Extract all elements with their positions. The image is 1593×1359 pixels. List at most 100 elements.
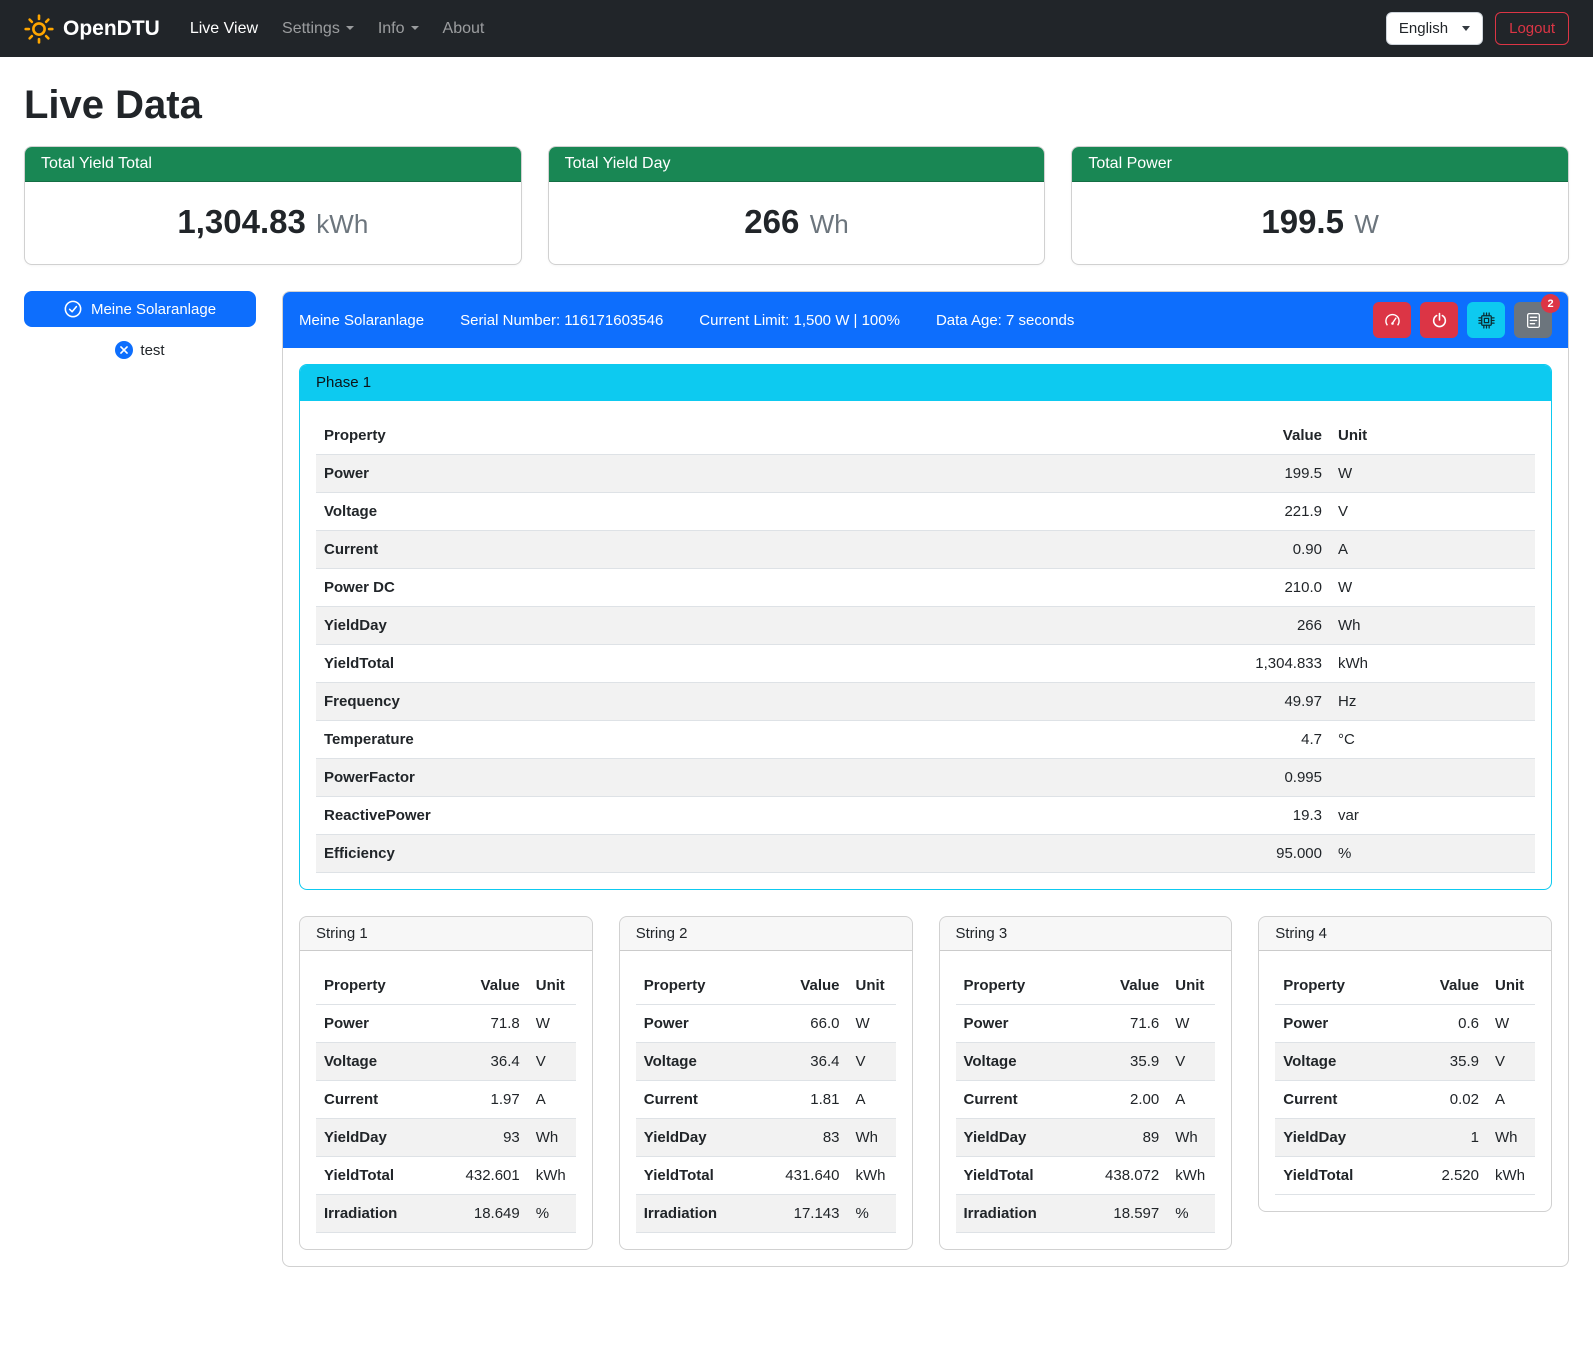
event-log-button[interactable]: 2 [1514,302,1552,338]
string-body: Property Value Unit Power [1259,951,1551,1211]
table-row: Voltage 221.9 V [316,493,1535,531]
table-header-row: Property Value Unit [316,417,1535,455]
column-value: Value [435,967,528,1005]
string-3-card: String 3 Property Value Unit [939,916,1233,1250]
value-cell: 71.8 [435,1005,528,1043]
property-cell: Current [316,531,922,569]
card-body: 199.5 W [1072,182,1568,264]
table-row: Voltage 36.4 V [316,1043,576,1081]
nav-item-info-label: Info [378,20,405,37]
column-value: Value [922,417,1330,455]
table-row: YieldTotal 438.072 kWh [956,1157,1216,1195]
total-power-card: Total Power 199.5 W [1071,146,1569,265]
value-cell: 19.3 [922,797,1330,835]
unit-cell: Wh [1330,607,1535,645]
brand-name: OpenDTU [63,17,160,41]
total-yield-day-card: Total Yield Day 266 Wh [548,146,1046,265]
property-cell: Current [316,1081,435,1119]
table-row: YieldDay 83 Wh [636,1119,896,1157]
property-cell: Temperature [316,721,922,759]
value-cell: 1.97 [435,1081,528,1119]
property-cell: YieldTotal [636,1157,755,1195]
language-select[interactable]: English [1386,12,1483,45]
string-title: String 1 [300,917,592,951]
unit-cell: kWh [528,1157,576,1195]
property-cell: Current [1275,1081,1404,1119]
nav-item-settings[interactable]: Settings [270,12,366,46]
total-yield-total-card: Total Yield Total 1,304.83 kWh [24,146,522,265]
speedometer-icon [1384,312,1401,329]
chevron-down-icon [411,26,419,30]
unit-cell: % [528,1195,576,1233]
value-cell: 17.143 [754,1195,847,1233]
value-cell: 95.000 [922,835,1330,873]
table-row: Voltage 35.9 V [1275,1043,1535,1081]
nav-item-about[interactable]: About [431,12,497,46]
inverter-select-test-button[interactable]: test [24,340,256,360]
table-row: PowerFactor 0.995 [316,759,1535,797]
power-toggle-button[interactable] [1420,302,1458,338]
property-cell: Voltage [316,493,922,531]
value-cell: 438.072 [1074,1157,1167,1195]
value-cell: 432.601 [435,1157,528,1195]
main-row: Meine Solaranlage test Meine Solaranlage… [24,291,1569,1267]
property-cell: Voltage [956,1043,1075,1081]
event-count-badge: 2 [1541,294,1560,313]
card-title: Total Power [1072,147,1568,182]
table-row: YieldDay 266 Wh [316,607,1535,645]
table-row: YieldTotal 2.520 kWh [1275,1157,1535,1195]
brand[interactable]: OpenDTU [24,14,160,44]
table-row: Temperature 4.7 °C [316,721,1535,759]
string-body: Property Value Unit Power [300,951,592,1249]
table-row: Efficiency 95.000 % [316,835,1535,873]
value-cell: 35.9 [1074,1043,1167,1081]
unit-cell: Wh [1167,1119,1215,1157]
string-table: Property Value Unit Power [316,967,576,1233]
inverter-card-body: Phase 1 Property Value Unit [283,348,1568,1266]
value-cell: 0.6 [1404,1005,1487,1043]
logout-button[interactable]: Logout [1495,12,1569,45]
value-cell: 2.520 [1404,1157,1487,1195]
card-unit: Wh [810,209,849,239]
page-title: Live Data [24,83,1569,128]
property-cell: Irradiation [316,1195,435,1233]
phase-card: Phase 1 Property Value Unit [299,364,1552,890]
table-header-row: Property Value Unit [956,967,1216,1005]
sun-icon [24,14,54,44]
column-property: Property [1275,967,1404,1005]
unit-cell: W [528,1005,576,1043]
property-cell: YieldTotal [956,1157,1075,1195]
card-unit: W [1354,209,1379,239]
unit-cell: V [1167,1043,1215,1081]
column-unit: Unit [1330,417,1535,455]
property-cell: Power [636,1005,755,1043]
inverter-select-active-button[interactable]: Meine Solaranlage [24,291,256,327]
value-cell: 0.995 [922,759,1330,797]
table-row: Current 2.00 A [956,1081,1216,1119]
table-row: Irradiation 17.143 % [636,1195,896,1233]
property-cell: Power DC [316,569,922,607]
table-row: YieldDay 89 Wh [956,1119,1216,1157]
table-row: YieldDay 93 Wh [316,1119,576,1157]
card-value: 199.5 [1261,203,1344,240]
nav-item-live-view[interactable]: Live View [178,12,270,46]
limit-settings-button[interactable] [1373,302,1411,338]
unit-cell: Hz [1330,683,1535,721]
unit-cell: V [1487,1043,1535,1081]
device-info-button[interactable] [1467,302,1505,338]
property-cell: Efficiency [316,835,922,873]
nav-links: Live View Settings Info About [178,12,1386,46]
column-unit: Unit [848,967,896,1005]
unit-cell: Wh [528,1119,576,1157]
table-row: Current 1.81 A [636,1081,896,1119]
check-circle-icon [64,300,82,318]
value-cell: 221.9 [922,493,1330,531]
inverter-select-active-label: Meine Solaranlage [91,301,216,318]
unit-cell: °C [1330,721,1535,759]
table-row: Power 66.0 W [636,1005,896,1043]
property-cell: Voltage [636,1043,755,1081]
navbar: OpenDTU Live View Settings Info About En… [0,0,1593,57]
value-cell: 4.7 [922,721,1330,759]
nav-item-info[interactable]: Info [366,12,431,46]
card-unit: kWh [316,209,368,239]
